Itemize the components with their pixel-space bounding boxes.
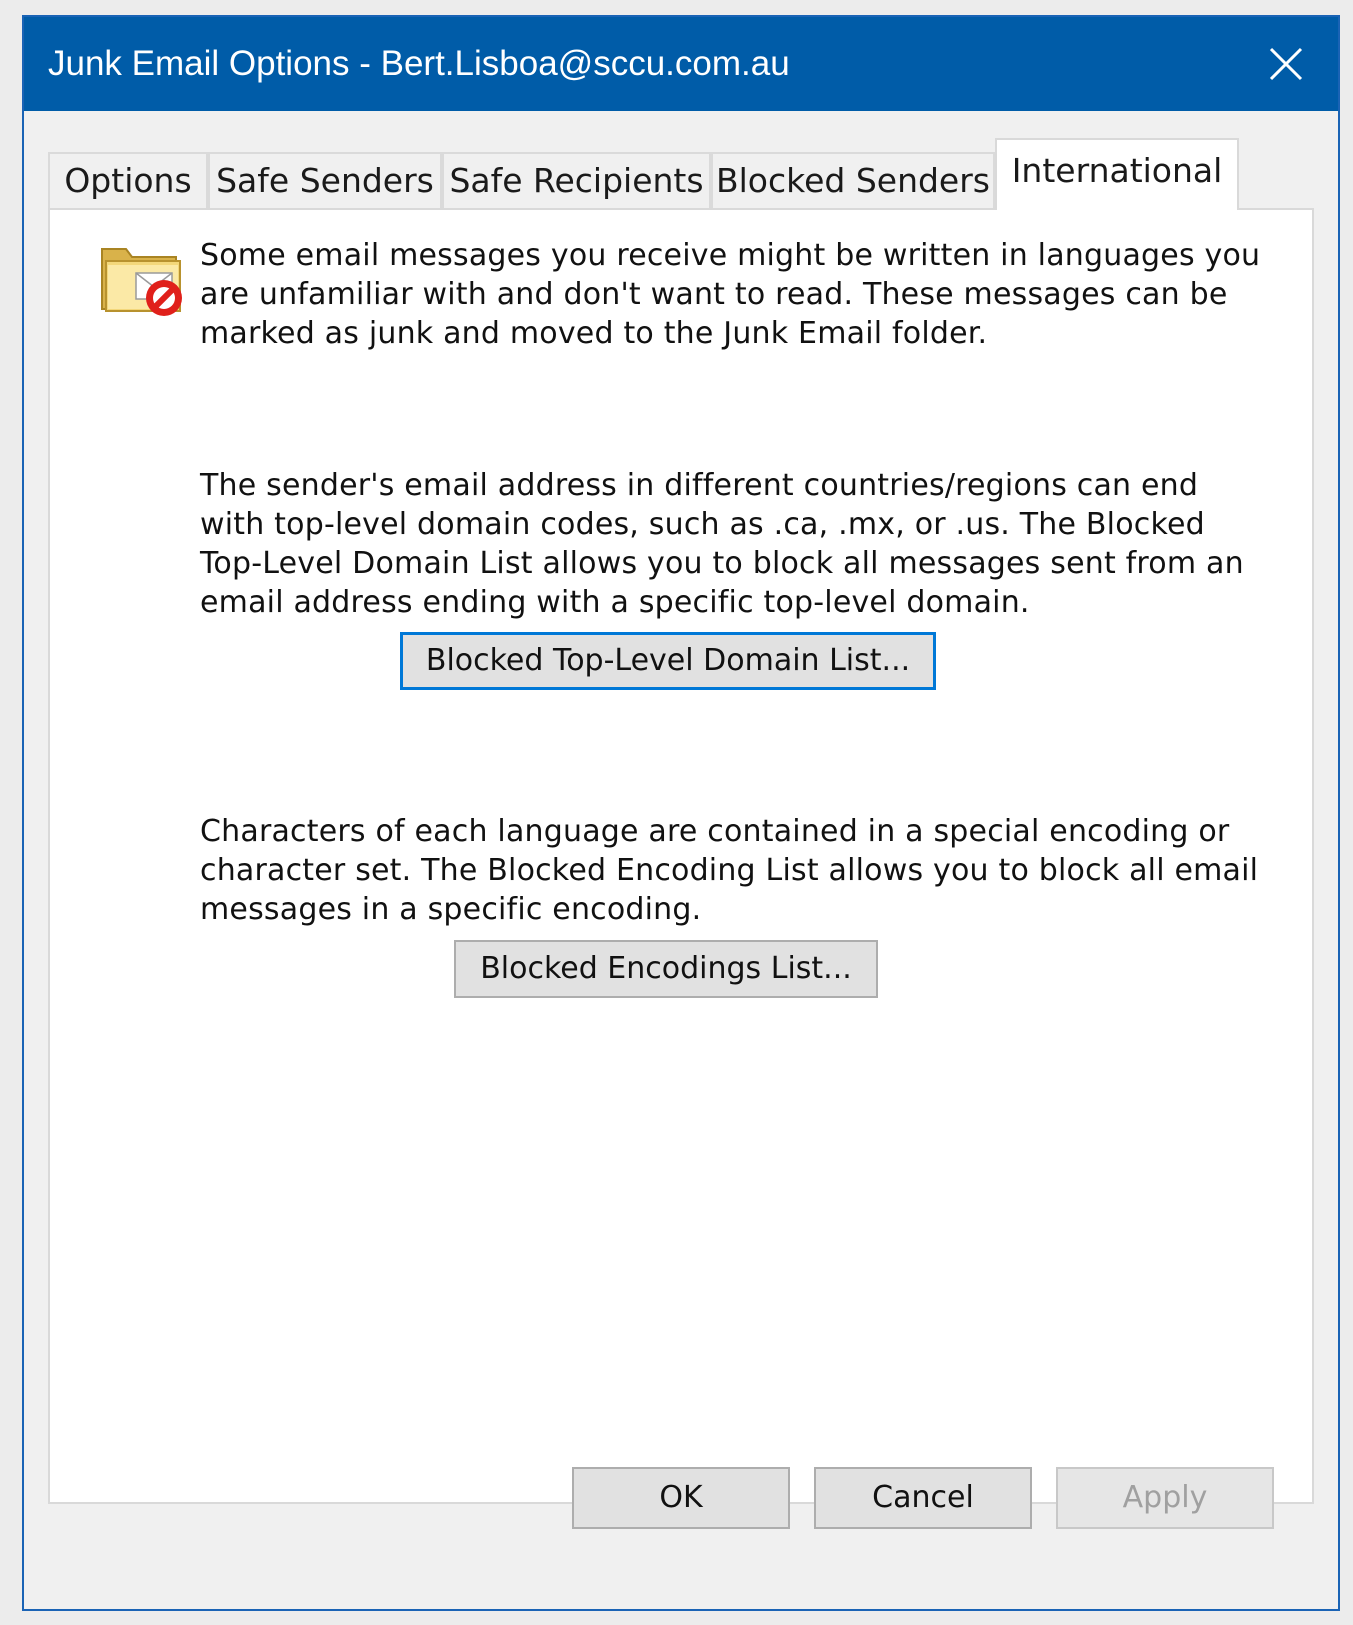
tab-blocked-senders[interactable]: Blocked Senders	[711, 152, 995, 208]
tab-safe-senders[interactable]: Safe Senders	[208, 152, 442, 208]
apply-button[interactable]: Apply	[1056, 1467, 1274, 1529]
tab-international[interactable]: International	[995, 138, 1239, 210]
cancel-button[interactable]: Cancel	[814, 1467, 1032, 1529]
blocked-encodings-list-button[interactable]: Blocked Encodings List...	[454, 940, 878, 998]
encoding-description: Characters of each language are containe…	[200, 814, 1259, 927]
ok-button[interactable]: OK	[572, 1467, 790, 1529]
international-tab-panel: Some email messages you receive might be…	[48, 208, 1314, 1504]
window-title: Junk Email Options - Bert.Lisboa@sccu.co…	[48, 44, 790, 83]
tab-options[interactable]: Options	[48, 152, 208, 208]
close-icon	[1269, 47, 1303, 81]
top-level-domain-description: The sender's email address in different …	[200, 468, 1244, 620]
intro-text: Some email messages you receive might be…	[200, 238, 1261, 351]
close-button[interactable]	[1238, 17, 1338, 111]
junk-email-options-dialog: Junk Email Options - Bert.Lisboa@sccu.co…	[22, 15, 1340, 1611]
tab-safe-recipients[interactable]: Safe Recipients	[442, 152, 711, 208]
title-bar[interactable]: Junk Email Options - Bert.Lisboa@sccu.co…	[24, 17, 1338, 111]
blocked-top-level-domain-list-button[interactable]: Blocked Top-Level Domain List...	[400, 632, 936, 690]
junk-folder-blocked-icon	[101, 248, 182, 316]
